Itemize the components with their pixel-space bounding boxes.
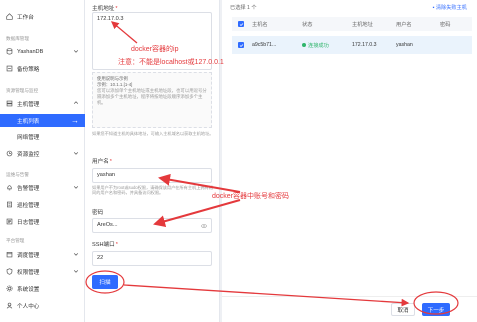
inspection-icon xyxy=(6,201,13,208)
backup-icon xyxy=(6,65,13,72)
monitor-icon xyxy=(6,150,13,157)
scan-button[interactable]: 扫描 xyxy=(92,275,118,289)
calendar-icon xyxy=(6,251,13,258)
sidebar-item-label: YashanDB xyxy=(17,48,44,55)
col-password: 密码 xyxy=(440,21,451,28)
sidebar-item-label: 备份策略 xyxy=(17,66,40,73)
sidebar-item-backup[interactable]: 备份策略 xyxy=(0,62,85,75)
usage-hint-box: 使用说明与示例 示例：10.1.1.[1-4] 您可以添加单个主机地址或主机地址… xyxy=(92,72,212,128)
sidebar-group-resource: 资源管理与监控 xyxy=(6,88,39,93)
sidebar-item-yashandb[interactable]: YashanDB xyxy=(0,45,85,58)
table-row[interactable]: a9c5b71... 连接成功 172.17.0.3 yashan xyxy=(232,36,472,54)
user-icon xyxy=(6,302,13,309)
host-domain-hint: 如果您不知道主机的具体地址，可输入主机域名以获取主机地址。 xyxy=(92,131,214,136)
shield-icon xyxy=(6,268,13,275)
sidebar-item-label: 系统设置 xyxy=(17,286,40,293)
row-checkbox[interactable] xyxy=(238,36,244,54)
cell-hostname: a9c5b71... xyxy=(252,42,277,48)
sidebar-item-label: 资源监控 xyxy=(17,151,40,158)
required-mark: * xyxy=(109,159,112,165)
host-table-panel: 已选择 1 个 ▪ 清除失败主机 主机名 状态 主机地址 用户名 密码 a9c5… xyxy=(222,0,477,296)
chevron-down-icon xyxy=(73,270,79,273)
annotation-docker-ip: docker容器的ip xyxy=(131,46,179,53)
host-address-label: 主机地址* xyxy=(92,6,118,12)
status-dot-icon xyxy=(302,43,306,47)
log-icon xyxy=(6,218,13,225)
ssh-port-label: SSH端口* xyxy=(92,242,118,248)
col-hostname: 主机名 xyxy=(252,21,268,28)
sidebar-item-alarm[interactable]: 告警管理 xyxy=(0,181,85,194)
chevron-up-icon xyxy=(73,101,79,104)
server-icon xyxy=(6,100,13,107)
sidebar-item-label: 日志管理 xyxy=(17,219,40,226)
chevron-down-icon xyxy=(73,186,79,189)
sidebar: 工作台 数据库管理 YashanDB 备份策略 资源管理与监控 主机管理 主机列… xyxy=(0,0,85,322)
eye-icon[interactable] xyxy=(201,223,207,229)
cancel-button[interactable]: 取消 xyxy=(391,303,415,316)
required-mark: * xyxy=(115,242,118,248)
sidebar-item-workbench[interactable]: 工作台 xyxy=(0,10,85,23)
sidebar-item-inspection[interactable]: 巡检管理 xyxy=(0,198,85,211)
sidebar-item-host-mgmt[interactable]: 主机管理 xyxy=(0,97,85,110)
bell-icon xyxy=(6,184,13,191)
annotation-note-localhost: 注意：不能是localhost或127.0.0.1 xyxy=(118,59,224,66)
username-label: 用户名* xyxy=(92,159,112,165)
sidebar-item-label: 主机列表 xyxy=(17,118,40,125)
sidebar-item-resource-monitor[interactable]: 资源监控 xyxy=(0,147,85,160)
sidebar-item-permissions[interactable]: 权限管理 xyxy=(0,265,85,278)
select-all-checkbox[interactable] xyxy=(238,17,244,31)
sidebar-item-system-settings[interactable]: 系统设置 xyxy=(0,282,85,295)
database-icon xyxy=(6,48,13,55)
chevron-down-icon xyxy=(73,152,79,155)
next-button[interactable]: 下一步 xyxy=(422,303,450,316)
home-icon xyxy=(6,13,13,20)
sidebar-item-scheduling[interactable]: 调度管理 xyxy=(0,248,85,261)
annotation-account: docker容器中账号和密码 xyxy=(212,193,290,200)
sidebar-item-label: 调度管理 xyxy=(17,252,40,259)
sidebar-group-ops: 运维与告警 xyxy=(6,172,29,177)
sidebar-item-label: 权限管理 xyxy=(17,269,40,276)
username-hint: 如果用户不为root或sudo权限，请确保该用户在所有主机上拥有相同的用户名和密… xyxy=(92,185,213,196)
col-address: 主机地址 xyxy=(352,21,373,28)
sidebar-item-label: 巡检管理 xyxy=(17,202,40,209)
cell-username: yashan xyxy=(396,42,413,48)
sidebar-item-network[interactable]: 网络管理 xyxy=(0,130,85,143)
cell-address: 172.17.0.3 xyxy=(352,42,377,48)
footer-bar: 取消 下一步 xyxy=(222,296,477,322)
chevron-down-icon xyxy=(73,50,79,53)
cell-status: 连接成功 xyxy=(302,36,329,54)
username-field[interactable]: yashan xyxy=(92,168,212,183)
arrow-right-icon: → xyxy=(71,116,79,125)
col-status: 状态 xyxy=(302,21,313,28)
sidebar-group-db: 数据库管理 xyxy=(6,36,29,41)
sidebar-item-personal-center[interactable]: 个人中心 xyxy=(0,299,85,312)
sidebar-item-label: 个人中心 xyxy=(17,303,40,310)
sidebar-item-label: 告警管理 xyxy=(17,185,40,192)
ssh-port-field[interactable]: 22 xyxy=(92,251,212,266)
password-label: 密码 xyxy=(92,210,104,216)
sidebar-item-label: 工作台 xyxy=(17,14,34,21)
clear-failed-link[interactable]: ▪ 清除失败主机 xyxy=(433,4,467,11)
chevron-down-icon xyxy=(73,253,79,256)
sidebar-group-platform: 平台管理 xyxy=(6,238,25,243)
table-header: 主机名 状态 主机地址 用户名 密码 xyxy=(232,17,472,31)
gear-icon xyxy=(6,285,13,292)
sidebar-item-label: 网络管理 xyxy=(17,134,40,141)
sidebar-item-host-list[interactable]: 主机列表 → xyxy=(0,114,85,127)
sidebar-item-logs[interactable]: 日志管理 xyxy=(0,215,85,228)
col-username: 用户名 xyxy=(396,21,412,28)
selected-count: 已选择 1 个 xyxy=(230,5,257,11)
sidebar-item-label: 主机管理 xyxy=(17,101,40,108)
password-field[interactable]: AreOs... xyxy=(92,218,212,233)
